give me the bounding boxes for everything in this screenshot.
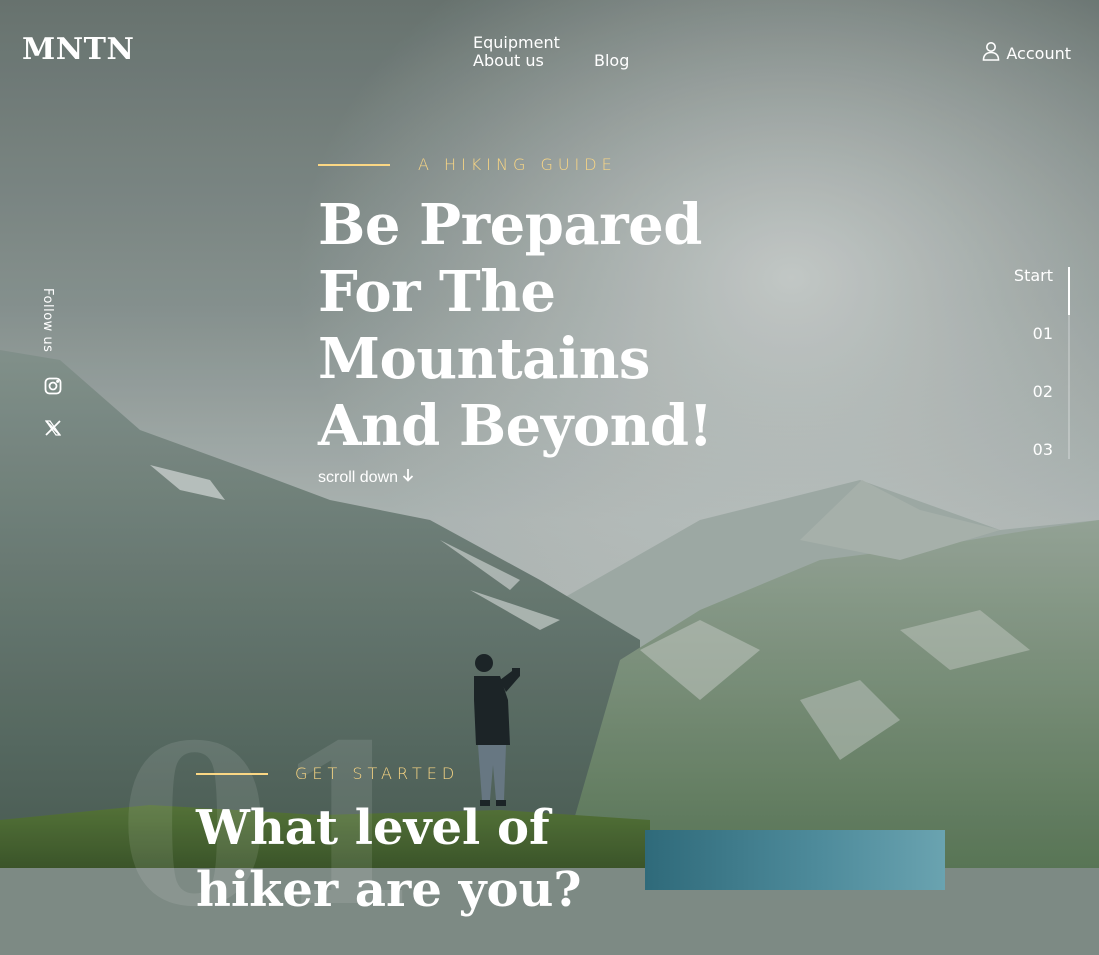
nav-item-about-us[interactable]: About us <box>473 51 544 70</box>
pager-item-01[interactable]: 01 <box>1033 324 1053 343</box>
pager-item-start[interactable]: Start <box>1014 266 1053 285</box>
pager-item-03[interactable]: 03 <box>1033 440 1053 459</box>
section-eyebrow-line <box>196 773 268 775</box>
account-button[interactable]: Account <box>982 41 1071 65</box>
scroll-down-label: scroll down <box>318 468 399 486</box>
arrow-down-icon <box>402 468 414 487</box>
section-title: What level of hiker are you? <box>196 800 582 918</box>
hero-title: Be Prepared For The Mountains And Beyond… <box>318 192 713 459</box>
brand-logo[interactable]: MNTN <box>22 32 134 67</box>
account-label: Account <box>1006 43 1071 63</box>
x-twitter-icon[interactable] <box>43 418 63 438</box>
section-image <box>645 830 945 890</box>
hero-eyebrow: A HIKING GUIDE <box>418 155 617 174</box>
user-icon <box>982 41 1000 65</box>
nav-item-equipment[interactable]: Equipment <box>473 33 560 52</box>
eyebrow-line <box>318 164 390 166</box>
pager-item-02[interactable]: 02 <box>1033 382 1053 401</box>
pager-active-indicator <box>1068 267 1070 315</box>
nav-item-blog[interactable]: Blog <box>594 51 629 70</box>
follow-us-label: Follow us <box>40 288 55 353</box>
instagram-icon[interactable] <box>43 376 63 396</box>
scroll-down-link[interactable]: scroll down <box>318 468 414 487</box>
section-eyebrow: GET STARTED <box>295 764 460 783</box>
